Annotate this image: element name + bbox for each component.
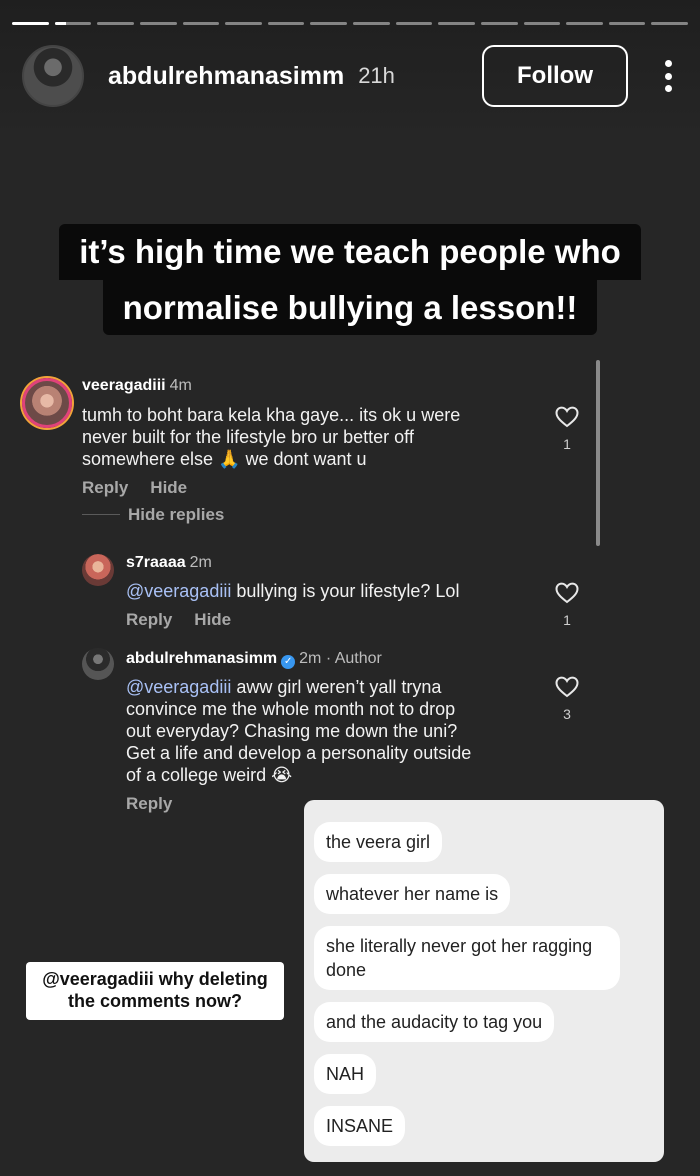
progress-segment	[267, 22, 305, 25]
sticker-line: the comments now?	[67, 991, 242, 1011]
comment-actions: Reply Hide	[82, 478, 209, 498]
hide-button[interactable]: Hide	[150, 478, 187, 497]
more-options-icon[interactable]	[658, 56, 678, 96]
reply-button[interactable]: Reply	[82, 478, 128, 497]
comment-text-line: bullying is your lifestyle? Lol	[231, 581, 460, 601]
comment-text-line: of a college weird 😭	[126, 765, 293, 785]
comments-screenshot: veeragadiii 4m tumh to boht bara kela kha…	[0, 360, 700, 820]
comment-text-line: out everyday? Chasing me down the uni?	[126, 721, 458, 741]
comment-time: 2m	[189, 554, 212, 571]
hide-replies-button[interactable]: Hide replies	[128, 505, 224, 525]
comment-text: @veeragadiii aww girl weren’t yall tryna…	[126, 676, 471, 786]
heart-icon	[555, 582, 579, 604]
comment-avatar[interactable]	[82, 554, 114, 586]
like-count: 3	[563, 706, 571, 722]
comment-text: tumh to boht bara kela kha gaye... its o…	[82, 404, 460, 470]
mention-link[interactable]: @veeragadiii	[126, 677, 231, 697]
progress-segment	[182, 22, 220, 25]
progress-segment	[523, 22, 561, 25]
progress-segment	[97, 22, 134, 25]
progress-segment	[608, 22, 646, 25]
chat-message: the veera girl	[314, 822, 443, 862]
caption-line-1: it’s high time we teach people who	[59, 224, 641, 280]
scrollbar[interactable]	[596, 360, 600, 546]
caption-line-2: normalise bullying a lesson!!	[102, 279, 598, 336]
progress-segment	[139, 22, 177, 25]
comment-avatar[interactable]	[22, 378, 72, 428]
comment-username[interactable]: s7raaaa	[126, 554, 186, 571]
story-time: 21h	[358, 63, 395, 88]
mention-link[interactable]: @veeragadiii	[126, 581, 231, 601]
comment-text-line: never built for the lifestyle bro ur bet…	[82, 427, 414, 447]
progress-segment	[480, 22, 518, 25]
comment-actions: Reply Hide	[126, 610, 253, 630]
like-count: 1	[563, 612, 571, 628]
divider	[82, 514, 120, 515]
comment-actions: Reply	[126, 794, 194, 814]
hide-button[interactable]: Hide	[194, 610, 231, 629]
progress-segment	[54, 22, 92, 25]
comment-text-line: tumh to boht bara kela kha gaye... its o…	[82, 405, 461, 425]
progress-segment	[12, 22, 49, 25]
comment-header: abdulrehmanasimm ✓ 2m · Author	[126, 650, 382, 669]
progress-segment	[310, 22, 347, 25]
reply-button[interactable]: Reply	[126, 610, 172, 629]
follow-button[interactable]: Follow	[482, 45, 628, 107]
like-button[interactable]: 1	[554, 406, 580, 452]
comment-time: 2m · Author	[299, 650, 382, 667]
mention-sticker[interactable]: @veeragadiii why deleting the comments n…	[26, 962, 284, 1020]
comment-username[interactable]: veeragadiii	[82, 377, 166, 394]
chat-message: INSANE	[314, 1106, 406, 1146]
comment-text: @veeragadiii bullying is your lifestyle?…	[126, 580, 459, 602]
progress-segment	[651, 22, 688, 25]
like-button[interactable]: 1	[554, 582, 580, 628]
chat-message: she literally never got her ragging done	[314, 926, 620, 990]
comment-avatar[interactable]	[82, 648, 114, 680]
progress-segment	[225, 22, 262, 25]
chat-message: NAH	[314, 1054, 377, 1094]
progress-segment	[566, 22, 603, 25]
comment-text-line: Get a life and develop a personality out…	[126, 743, 472, 763]
comment-header: veeragadiii 4m	[82, 377, 192, 395]
progress-segment	[353, 22, 390, 25]
avatar[interactable]	[22, 45, 84, 107]
story-username[interactable]: abdulrehmanasimm	[108, 62, 344, 91]
comment-header: s7raaaa 2m	[126, 554, 212, 572]
reply-button[interactable]: Reply	[126, 794, 172, 813]
progress-segment	[438, 22, 475, 25]
story-progress-bar	[12, 22, 688, 26]
comment-text-line: convince me the whole month not to drop	[126, 699, 456, 719]
progress-segment	[395, 22, 433, 25]
verified-badge-icon: ✓	[281, 655, 296, 669]
comment-text-line: somewhere else 🙏 we dont want u	[82, 449, 367, 469]
heart-icon	[555, 406, 579, 428]
progress-fill	[54, 22, 66, 25]
comment-username[interactable]: abdulrehmanasimm	[126, 650, 277, 667]
comment-text-line: aww girl weren’t yall tryna	[231, 677, 442, 697]
chat-message: whatever her name is	[314, 874, 511, 914]
heart-icon	[555, 676, 579, 698]
sticker-line: @veeragadiii why deleting	[42, 969, 268, 989]
story-caption: it’s high time we teach people who norma…	[0, 224, 700, 336]
like-count: 1	[563, 436, 571, 452]
like-button[interactable]: 3	[554, 676, 580, 722]
comment-time: 4m	[169, 377, 192, 394]
story-header: abdulrehmanasimm 21h Follow	[22, 44, 678, 108]
chat-screenshot: the veera girl whatever her name is she …	[304, 800, 664, 1162]
chat-message: and the audacity to tag you	[314, 1002, 555, 1042]
progress-fill	[12, 22, 49, 25]
story-frame: abdulrehmanasimm 21h Follow it’s high ti…	[0, 0, 700, 1176]
